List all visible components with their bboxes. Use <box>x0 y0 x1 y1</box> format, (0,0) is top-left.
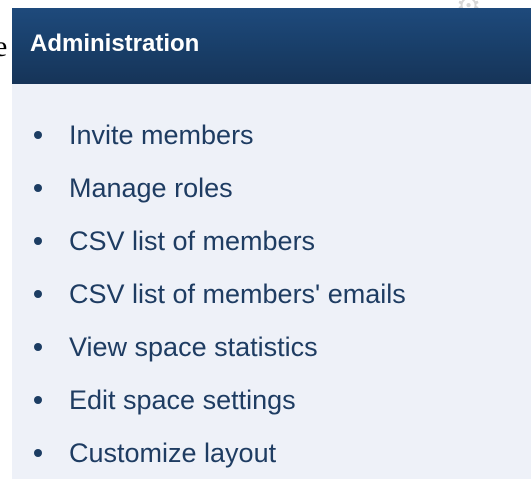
customize-layout-link[interactable]: Customize layout <box>69 436 276 470</box>
edit-space-settings-link[interactable]: Edit space settings <box>69 383 296 417</box>
manage-roles-link[interactable]: Manage roles <box>69 171 233 205</box>
bullet-icon <box>34 130 42 139</box>
invite-members-link[interactable]: Invite members <box>69 118 254 152</box>
menu-item-invite-members: Invite members <box>12 108 531 161</box>
administration-panel: Administration Invite members Manage rol… <box>12 8 531 479</box>
view-space-statistics-link[interactable]: View space statistics <box>69 330 318 364</box>
bullet-icon <box>34 183 42 192</box>
menu-item-csv-list-members: CSV list of members <box>12 214 531 267</box>
menu-item-manage-roles: Manage roles <box>12 161 531 214</box>
bullet-icon <box>34 289 42 298</box>
bullet-icon <box>34 236 42 245</box>
csv-list-members-link[interactable]: CSV list of members <box>69 224 315 258</box>
menu-item-customize-layout: Customize layout <box>12 426 531 479</box>
menu-item-csv-list-member-emails: CSV list of members' emails <box>12 267 531 320</box>
bullet-icon <box>34 395 42 404</box>
panel-title: Administration <box>30 30 200 57</box>
csv-list-member-emails-link[interactable]: CSV list of members' emails <box>69 277 406 311</box>
menu-item-edit-space-settings: Edit space settings <box>12 373 531 426</box>
administration-screen: e ⚙ Administration Invite members Manage… <box>0 0 531 479</box>
administration-menu: Invite members Manage roles CSV list of … <box>12 84 531 479</box>
panel-header: Administration <box>12 8 531 84</box>
menu-item-view-space-statistics: View space statistics <box>12 320 531 373</box>
bullet-icon <box>34 448 42 457</box>
bullet-icon <box>34 342 42 351</box>
